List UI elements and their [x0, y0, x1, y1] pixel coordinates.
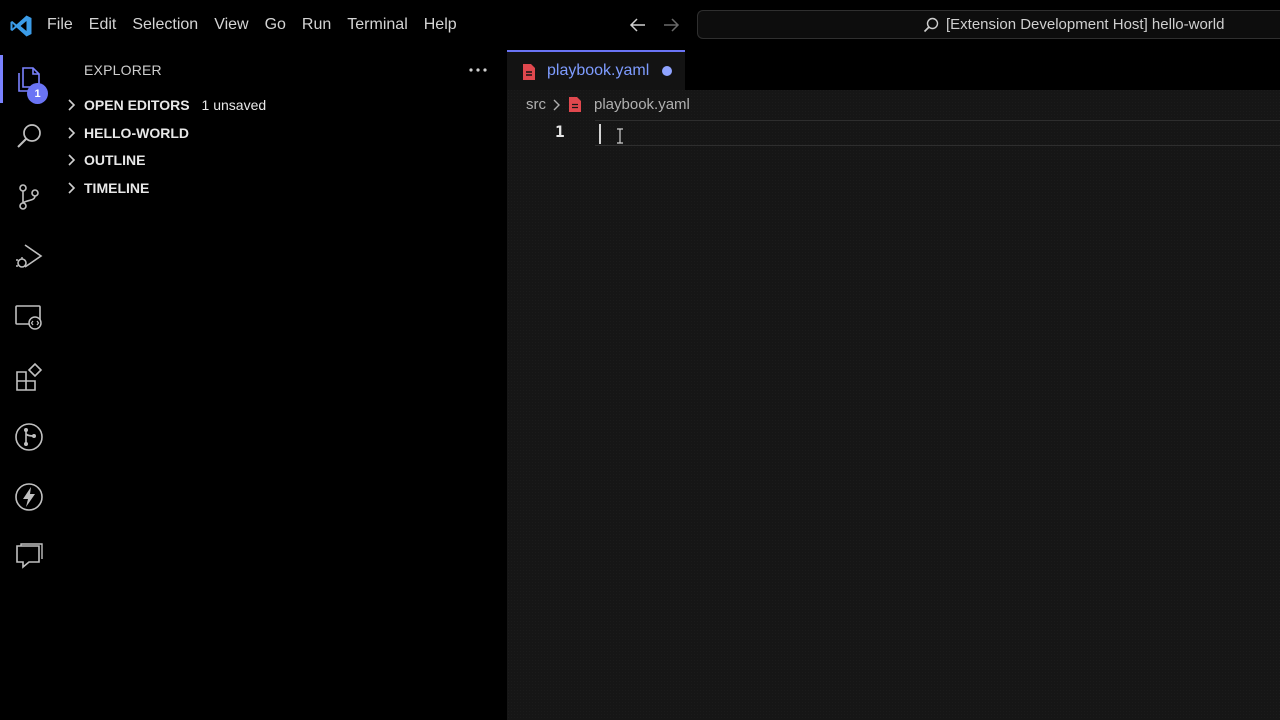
activity-git-graph[interactable] — [0, 413, 58, 461]
chevron-right-icon — [553, 99, 560, 111]
command-center[interactable]: [Extension Development Host] hello-world — [697, 10, 1280, 39]
lightning-icon — [15, 483, 43, 511]
arrow-right-icon[interactable] — [661, 15, 681, 35]
section-open-editors[interactable]: OPEN EDITORS 1 unsaved — [64, 92, 504, 118]
comments-icon — [16, 543, 43, 569]
tab-playbook-yaml[interactable]: playbook.yaml — [507, 50, 685, 90]
menu-go[interactable]: Go — [260, 0, 291, 50]
breadcrumb-folder[interactable]: src — [526, 96, 546, 113]
explorer-sidebar: EXPLORER OPEN EDITORS 1 unsaved HELLO-WO… — [58, 50, 507, 720]
activity-run-debug[interactable] — [0, 233, 58, 281]
section-outline[interactable]: OUTLINE — [64, 147, 504, 173]
explorer-badge: 1 — [27, 83, 48, 104]
editor-area: playbook.yaml src playbook.yaml 1 — [507, 50, 1280, 720]
unsaved-count: 1 unsaved — [201, 97, 267, 113]
chevron-right-icon — [68, 182, 76, 194]
activity-comments[interactable] — [0, 533, 58, 581]
sidebar-title: EXPLORER — [84, 62, 162, 78]
menu-selection[interactable]: Selection — [127, 0, 203, 50]
title-bar: File Edit Selection View Go Run Terminal… — [0, 0, 1280, 50]
menu-edit[interactable]: Edit — [84, 0, 122, 50]
section-hello-world[interactable]: HELLO-WORLD — [64, 120, 504, 146]
search-icon — [17, 124, 41, 148]
activity-extensions[interactable] — [0, 353, 58, 401]
section-label: TIMELINE — [84, 180, 150, 196]
ibeam-cursor-icon — [617, 128, 623, 144]
activity-search[interactable] — [0, 113, 58, 161]
arrow-left-icon[interactable] — [628, 15, 648, 35]
search-icon — [923, 17, 939, 33]
extensions-icon — [16, 362, 43, 391]
line-number: 1 — [555, 122, 565, 141]
chevron-right-icon — [68, 154, 76, 166]
activity-source-control[interactable] — [0, 173, 58, 221]
menu-run[interactable]: Run — [297, 0, 336, 50]
run-debug-icon — [16, 244, 43, 268]
chevron-right-icon — [68, 99, 76, 111]
command-center-title: [Extension Development Host] hello-world — [946, 16, 1225, 33]
text-cursor — [599, 124, 601, 144]
more-actions-icon[interactable] — [468, 62, 488, 78]
git-graph-icon — [15, 423, 43, 451]
menu-file[interactable]: File — [42, 0, 78, 50]
activity-remote-explorer[interactable] — [0, 293, 58, 341]
section-label: OUTLINE — [84, 152, 146, 168]
unsaved-dot-icon[interactable] — [662, 66, 672, 76]
menu-view[interactable]: View — [209, 0, 253, 50]
tab-bar: playbook.yaml — [507, 50, 1280, 90]
section-timeline[interactable]: TIMELINE — [64, 175, 504, 201]
section-label: OPEN EDITORS — [84, 97, 190, 113]
remote-explorer-icon — [15, 305, 42, 330]
activity-lightning[interactable] — [0, 473, 58, 521]
menu-terminal[interactable]: Terminal — [342, 0, 412, 50]
code-line[interactable]: 1 — [507, 120, 1280, 146]
source-control-icon — [19, 184, 39, 210]
section-label: HELLO-WORLD — [84, 125, 189, 141]
tab-label: playbook.yaml — [547, 62, 650, 79]
menu-help[interactable]: Help — [419, 0, 462, 50]
chevron-right-icon — [68, 127, 76, 139]
breadcrumb: src playbook.yaml — [507, 90, 1280, 120]
yaml-file-icon — [569, 97, 581, 112]
vscode-logo-icon[interactable] — [9, 14, 33, 38]
activity-bar: 1 — [0, 50, 58, 720]
activity-explorer[interactable]: 1 — [0, 55, 58, 104]
menu-bar: File Edit Selection View Go Run Terminal… — [42, 0, 468, 50]
yaml-file-icon — [523, 64, 535, 80]
current-line-highlight — [595, 120, 1280, 146]
breadcrumb-file[interactable]: playbook.yaml — [594, 96, 690, 113]
